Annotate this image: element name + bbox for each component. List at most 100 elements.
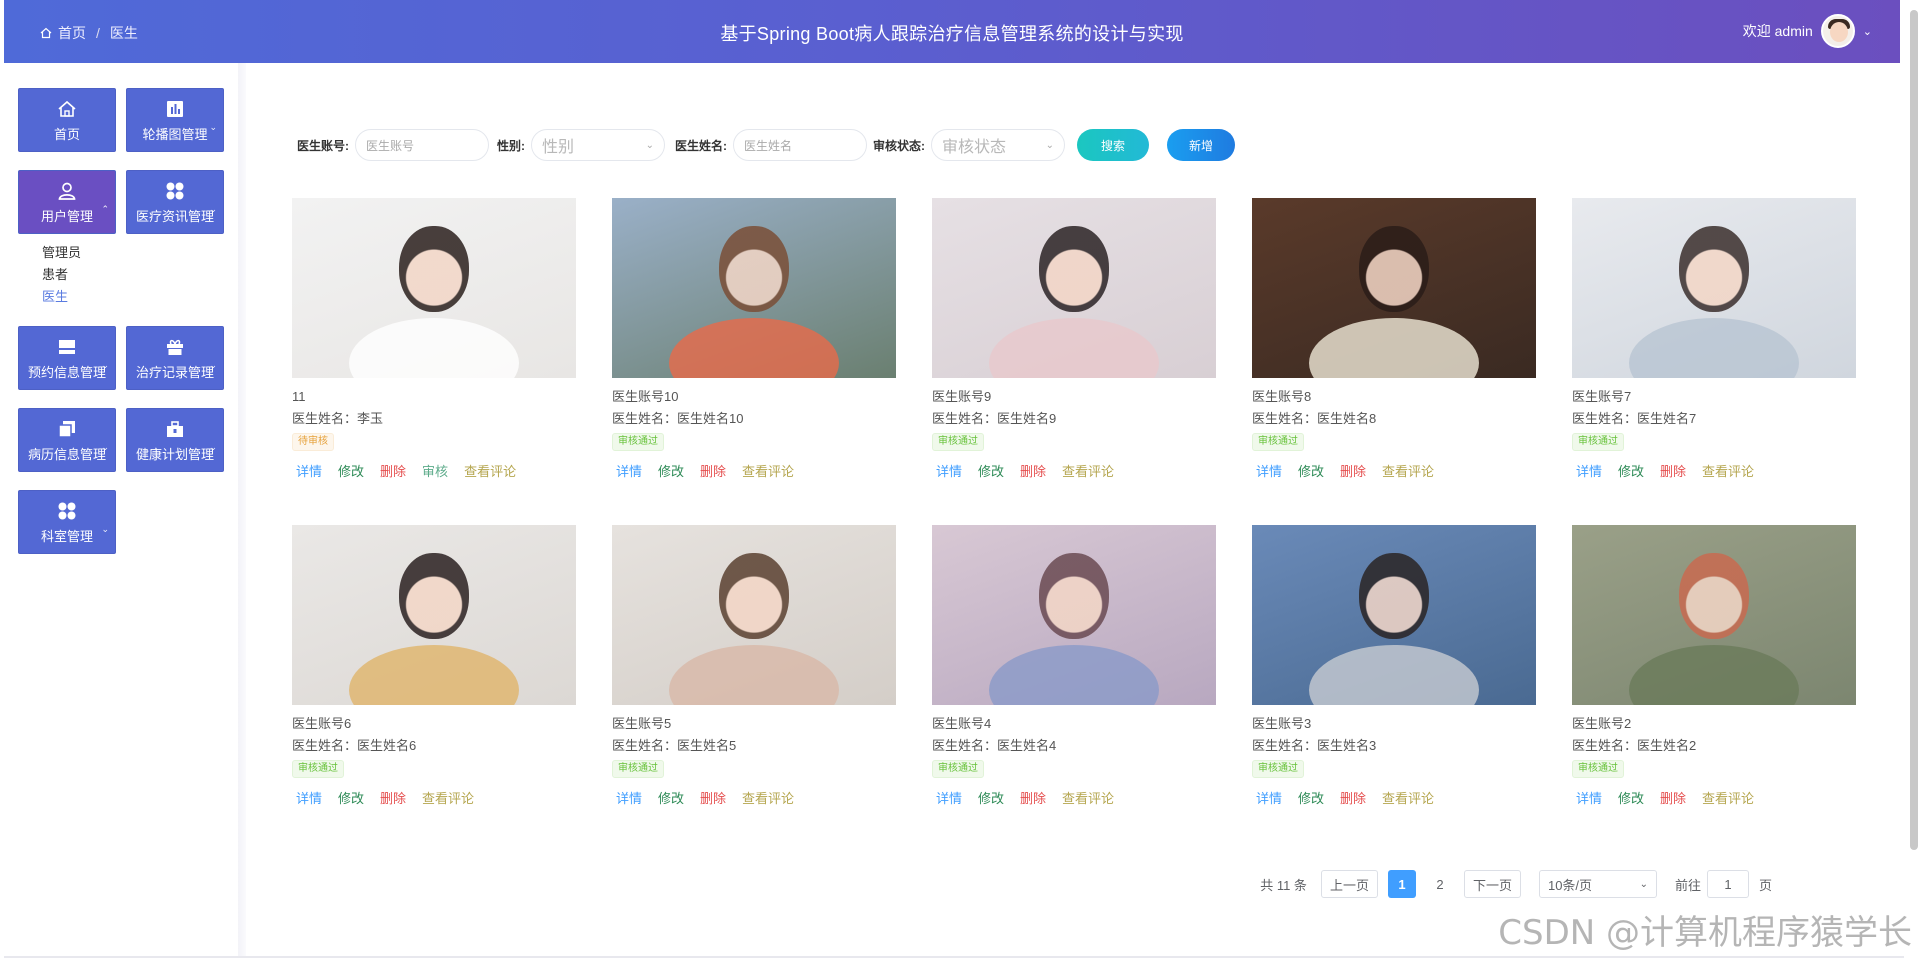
doctor-photo[interactable] (1252, 198, 1536, 378)
view-comments-link[interactable]: 查看评论 (742, 461, 794, 480)
goto-page-input[interactable]: 1 (1706, 870, 1749, 898)
edit-link[interactable]: 修改 (658, 461, 684, 480)
delete-link[interactable]: 删除 (700, 788, 726, 807)
user-menu[interactable]: 欢迎 admin ⌄ (1743, 14, 1872, 48)
edit-link[interactable]: 修改 (1298, 788, 1324, 807)
edit-link[interactable]: 修改 (658, 788, 684, 807)
page-size-select[interactable]: 10条/页 ⌄ (1538, 870, 1657, 898)
name-input[interactable]: 医生姓名 (733, 129, 867, 161)
search-bar: 医生账号: 医生账号 性别: 性别 ⌄ 医生姓名: 医生姓名 审核状态: 审核状… (297, 128, 1235, 162)
card-actions: 详情 修改 删除 查看评论 (612, 461, 896, 480)
doctor-account: 医生账号2 (1572, 716, 1632, 731)
delete-link[interactable]: 删除 (700, 461, 726, 480)
chevron-down-icon: ⌄ (645, 139, 654, 151)
sidebar-tile-health-plan[interactable]: 健康计划管理 ⌄ (126, 408, 224, 472)
photo-person-body (349, 645, 519, 705)
doctor-photo[interactable] (932, 525, 1216, 705)
page-button-1[interactable]: 1 (1387, 870, 1416, 898)
detail-link[interactable]: 详情 (616, 788, 642, 807)
doctor-photo[interactable] (612, 525, 896, 705)
detail-link[interactable]: 详情 (616, 461, 642, 480)
detail-link[interactable]: 详情 (1576, 461, 1602, 480)
submenu-item-doctor[interactable]: 医生 (42, 286, 81, 308)
search-button[interactable]: 搜索 (1077, 129, 1149, 161)
view-comments-link[interactable]: 查看评论 (1382, 461, 1434, 480)
photo-person-body (1629, 318, 1799, 378)
home-icon (56, 98, 78, 120)
view-comments-link[interactable]: 查看评论 (1702, 788, 1754, 807)
scrollbar[interactable] (1910, 10, 1918, 850)
detail-link[interactable]: 详情 (936, 788, 962, 807)
user-submenu: 管理员 患者 医生 (42, 242, 81, 308)
detail-link[interactable]: 详情 (1256, 461, 1282, 480)
doctor-card: 医生账号8 医生姓名：医生姓名8 审核通过 详情 修改 删除 查看评论 (1252, 198, 1536, 480)
doctor-photo[interactable] (1572, 525, 1856, 705)
add-button[interactable]: 新增 (1167, 129, 1235, 161)
goto-label: 前往 (1674, 877, 1701, 893)
page-button-2[interactable]: 2 (1426, 870, 1454, 898)
sidebar-tile-appointment[interactable]: 预约信息管理 ⌄ (18, 326, 116, 390)
status-badge: 审核通过 (1252, 760, 1304, 778)
detail-link[interactable]: 详情 (296, 788, 322, 807)
doctor-card: 医生账号7 医生姓名：医生姓名7 审核通过 详情 修改 删除 查看评论 (1572, 198, 1856, 480)
sidebar-tile-treatment[interactable]: 治疗记录管理 ⌄ (126, 326, 224, 390)
sidebar-tile-banner[interactable]: 轮播图管理 ⌄ (126, 88, 224, 152)
audit-link[interactable]: 审核 (422, 461, 448, 480)
edit-link[interactable]: 修改 (338, 788, 364, 807)
edit-link[interactable]: 修改 (1298, 461, 1324, 480)
gender-select[interactable]: 性别 ⌄ (531, 129, 665, 161)
status-label: 审核状态: (873, 138, 925, 153)
prev-page-button[interactable]: 上一页 (1320, 870, 1378, 898)
delete-link[interactable]: 删除 (1660, 461, 1686, 480)
sidebar-tile-home[interactable]: 首页 (18, 88, 116, 152)
status-badge: 审核通过 (1572, 433, 1624, 451)
edit-link[interactable]: 修改 (338, 461, 364, 480)
view-comments-link[interactable]: 查看评论 (1062, 788, 1114, 807)
view-comments-link[interactable]: 查看评论 (1382, 788, 1434, 807)
doctor-photo[interactable] (1252, 525, 1536, 705)
delete-link[interactable]: 删除 (1660, 788, 1686, 807)
status-select[interactable]: 审核状态 ⌄ (931, 129, 1065, 161)
edit-link[interactable]: 修改 (978, 788, 1004, 807)
edit-link[interactable]: 修改 (978, 461, 1004, 480)
submenu-item-patient[interactable]: 患者 (42, 264, 81, 286)
doctor-photo[interactable] (292, 198, 576, 378)
chevron-up-icon: ⌃ (101, 204, 109, 214)
account-input[interactable]: 医生账号 (355, 129, 489, 161)
photo-person-head (1039, 553, 1109, 639)
delete-link[interactable]: 删除 (1020, 788, 1046, 807)
detail-link[interactable]: 详情 (1576, 788, 1602, 807)
edit-link[interactable]: 修改 (1618, 788, 1644, 807)
delete-link[interactable]: 删除 (1020, 461, 1046, 480)
view-comments-link[interactable]: 查看评论 (1702, 461, 1754, 480)
delete-link[interactable]: 删除 (380, 461, 406, 480)
detail-link[interactable]: 详情 (936, 461, 962, 480)
sidebar-tile-department[interactable]: 科室管理 ⌄ (18, 490, 116, 554)
view-comments-link[interactable]: 查看评论 (742, 788, 794, 807)
submenu-item-admin[interactable]: 管理员 (42, 242, 81, 264)
delete-link[interactable]: 删除 (1340, 461, 1366, 480)
sidebar-tile-users[interactable]: 用户管理 ⌃ (18, 170, 116, 234)
sidebar-tile-records[interactable]: 病历信息管理 ⌄ (18, 408, 116, 472)
next-page-button[interactable]: 下一页 (1463, 870, 1521, 898)
doctor-photo[interactable] (292, 525, 576, 705)
delete-link[interactable]: 删除 (1340, 788, 1366, 807)
chevron-down-icon[interactable]: ⌄ (1863, 25, 1872, 38)
view-comments-link[interactable]: 查看评论 (422, 788, 474, 807)
detail-link[interactable]: 详情 (1256, 788, 1282, 807)
doctor-photo[interactable] (1572, 198, 1856, 378)
view-comments-link[interactable]: 查看评论 (1062, 461, 1114, 480)
avatar[interactable] (1820, 14, 1855, 48)
status-badge: 待审核 (292, 433, 334, 451)
doctor-name: 医生姓名：医生姓名6 (292, 738, 417, 753)
view-comments-link[interactable]: 查看评论 (464, 461, 516, 480)
delete-link[interactable]: 删除 (380, 788, 406, 807)
detail-link[interactable]: 详情 (296, 461, 322, 480)
sidebar-tile-news[interactable]: 医疗资讯管理 ⌄ (126, 170, 224, 234)
card-actions: 详情 修改 删除 查看评论 (612, 788, 896, 807)
doctor-card: 医生账号5 医生姓名：医生姓名5 审核通过 详情 修改 删除 查看评论 (612, 525, 896, 807)
doctor-photo[interactable] (612, 198, 896, 378)
edit-link[interactable]: 修改 (1618, 461, 1644, 480)
doctor-photo[interactable] (932, 198, 1216, 378)
doctor-card: 医生账号4 医生姓名：医生姓名4 审核通过 详情 修改 删除 查看评论 (932, 525, 1216, 807)
